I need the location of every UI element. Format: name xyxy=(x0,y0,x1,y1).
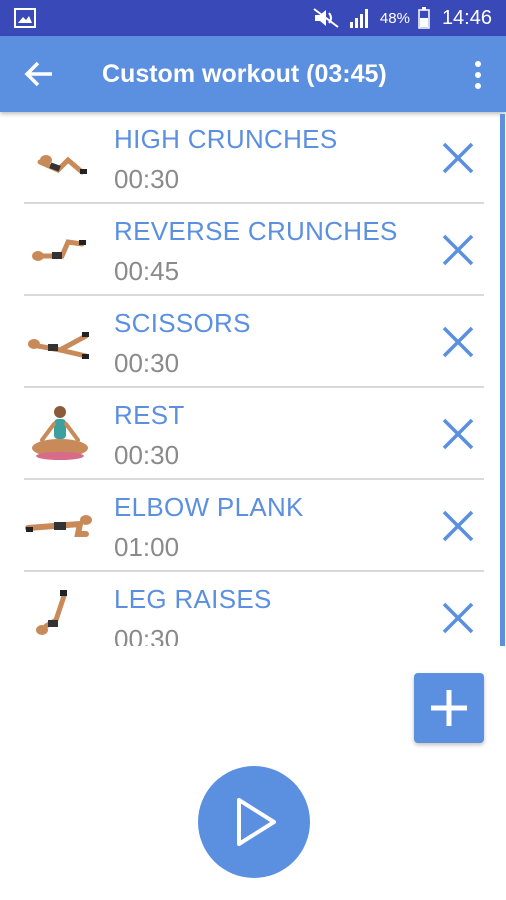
exercise-name: REVERSE CRUNCHES xyxy=(114,216,398,246)
list-item[interactable]: SCISSORS 00:30 xyxy=(24,296,484,388)
exercise-duration: 00:45 xyxy=(114,256,180,286)
list-item[interactable]: ELBOW PLANK 01:00 xyxy=(24,480,484,572)
gallery-icon xyxy=(14,8,36,28)
back-arrow-icon[interactable] xyxy=(22,58,58,90)
high-crunches-figure xyxy=(37,155,87,175)
clock: 14:46 xyxy=(441,6,492,29)
exercise-duration: 00:30 xyxy=(114,440,180,470)
exercise-name: LEG RAISES xyxy=(114,584,272,614)
meditation-figure xyxy=(32,406,88,460)
mute-icon xyxy=(313,8,339,28)
plank-figure xyxy=(25,515,92,537)
close-icon[interactable] xyxy=(440,600,476,636)
close-icon[interactable] xyxy=(440,324,476,360)
page-title: Custom workout (03:45) xyxy=(102,60,387,88)
exercise-name: SCISSORS xyxy=(114,308,251,338)
more-vertical-icon[interactable] xyxy=(468,58,488,92)
leg-raises-figure xyxy=(36,590,67,635)
exercise-name: ELBOW PLANK xyxy=(114,492,304,522)
scrollbar[interactable] xyxy=(500,114,505,646)
exercise-list[interactable]: HIGH CRUNCHES 00:30 REVERSE CRUNCHES 00:… xyxy=(0,112,506,646)
plus-icon xyxy=(431,690,467,726)
battery-percent: 48% xyxy=(379,9,410,27)
reverse-crunches-figure xyxy=(32,239,86,261)
battery-icon xyxy=(418,7,430,29)
list-item[interactable]: HIGH CRUNCHES 00:30 xyxy=(24,112,484,204)
exercise-duration: 01:00 xyxy=(114,532,180,562)
add-exercise-button[interactable] xyxy=(414,673,484,743)
list-item[interactable]: REVERSE CRUNCHES 00:45 xyxy=(24,204,484,296)
close-icon[interactable] xyxy=(440,140,476,176)
start-workout-button[interactable] xyxy=(198,766,310,878)
exercise-duration: 00:30 xyxy=(114,164,180,194)
signal-icon xyxy=(349,9,368,28)
list-item[interactable]: LEG RAISES 00:30 xyxy=(24,572,484,646)
exercise-duration: 00:30 xyxy=(114,624,180,646)
exercise-duration: 00:30 xyxy=(114,348,180,378)
play-icon xyxy=(237,798,276,846)
scissors-figure xyxy=(28,332,89,359)
close-icon[interactable] xyxy=(440,416,476,452)
list-item[interactable]: REST 00:30 xyxy=(24,388,484,480)
status-icons: 48% 14:46 xyxy=(312,0,492,36)
exercise-name: HIGH CRUNCHES xyxy=(114,124,338,154)
close-icon[interactable] xyxy=(440,232,476,268)
close-icon[interactable] xyxy=(440,508,476,544)
status-bar: 48% 14:46 xyxy=(0,0,506,36)
exercise-name: REST xyxy=(114,400,185,430)
app-bar: Custom workout (03:45) xyxy=(0,36,506,112)
